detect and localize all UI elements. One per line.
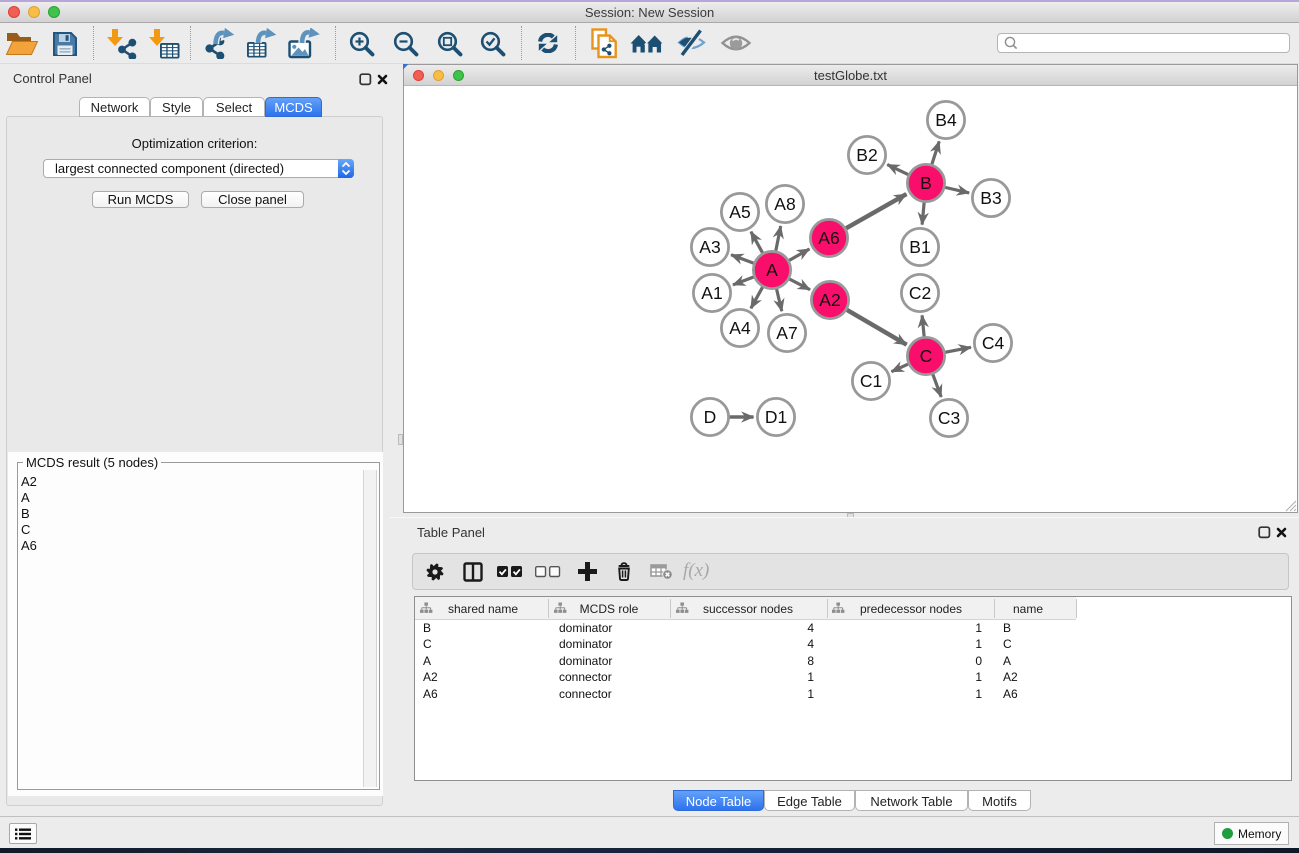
svg-text:C1: C1 [860,371,882,391]
svg-text:C2: C2 [909,283,931,303]
svg-text:A4: A4 [729,318,751,338]
svg-text:D1: D1 [765,407,787,427]
svg-text:A1: A1 [701,283,722,303]
svg-text:B1: B1 [909,237,930,257]
svg-text:A2: A2 [819,290,840,310]
svg-text:A5: A5 [729,202,750,222]
svg-text:A: A [766,260,778,280]
svg-text:C4: C4 [982,333,1005,353]
svg-text:C: C [920,346,933,366]
svg-text:A3: A3 [699,237,720,257]
svg-text:C3: C3 [938,408,960,428]
svg-text:D: D [704,407,717,427]
svg-text:A6: A6 [818,228,839,248]
svg-text:B: B [920,173,932,193]
svg-text:A8: A8 [774,194,795,214]
svg-text:B3: B3 [980,188,1001,208]
svg-text:A7: A7 [776,323,797,343]
svg-text:B4: B4 [935,110,957,130]
svg-text:B2: B2 [856,145,877,165]
